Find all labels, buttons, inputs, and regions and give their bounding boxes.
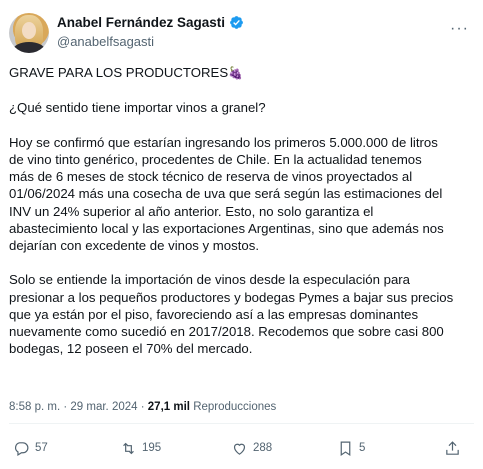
reply-icon bbox=[14, 441, 29, 456]
like-button[interactable]: 288 bbox=[231, 440, 272, 457]
repost-icon bbox=[123, 442, 134, 454]
tweet-meta: 8:58 p. m. · 29 mar. 2024 · 27,1 mil Rep… bbox=[9, 401, 276, 413]
text-line-headline: GRAVE PARA LOS PRODUCTORES🍇 bbox=[9, 65, 244, 80]
paragraph-line: que ya están por el piso, favoreciendo a… bbox=[9, 306, 419, 322]
action-bar: 57 195 288 5 bbox=[9, 437, 474, 459]
tweet-header: Anabel Fernández Sagasti @anabelfsagasti… bbox=[9, 8, 483, 53]
post-time[interactable]: 8:58 p. m. bbox=[9, 401, 60, 413]
bookmark-icon bbox=[340, 441, 351, 456]
text-line-question: ¿Qué sentido tiene importar vinos a gran… bbox=[9, 100, 266, 116]
like-count: 288 bbox=[253, 442, 273, 454]
repost-count: 195 bbox=[142, 442, 162, 454]
author-handle[interactable]: @anabelfsagasti bbox=[57, 34, 154, 49]
bookmark-count: 5 bbox=[359, 442, 366, 454]
grapes-emoji: 🍇 bbox=[228, 66, 244, 80]
tweet-card: Anabel Fernández Sagasti @anabelfsagasti… bbox=[0, 0, 483, 469]
share-button[interactable] bbox=[444, 440, 461, 457]
paragraph-line: abastecimiento local y las exportaciones… bbox=[9, 220, 444, 236]
paragraph-line: INV un 24% superior al año anterior. Est… bbox=[9, 203, 374, 219]
post-date[interactable]: 29 mar. 2024 bbox=[70, 401, 137, 413]
repost-button[interactable]: 195 bbox=[120, 440, 161, 457]
paragraph-line: Solo se entiende la importación de vinos… bbox=[9, 272, 411, 288]
author-name-row: Anabel Fernández Sagasti bbox=[57, 15, 244, 30]
paragraph-line: nuevamente como sucedió en 2017/2018. Re… bbox=[9, 324, 444, 339]
tweet-text: GRAVE PARA LOS PRODUCTORES🍇 ¿Qué sentido… bbox=[9, 64, 477, 357]
paragraph-line: dejarían con excedente de vinos y mostos… bbox=[9, 238, 259, 253]
paragraph-line: Hoy se confirmó que estarían ingresando … bbox=[9, 134, 438, 150]
like-icon bbox=[233, 443, 246, 455]
avatar[interactable] bbox=[9, 13, 49, 53]
reply-count: 57 bbox=[35, 442, 48, 454]
paragraph-line: más de 6 meses de stock técnico de reser… bbox=[9, 169, 413, 185]
views-count: 27,1 mil bbox=[147, 401, 190, 413]
reply-button[interactable]: 57 bbox=[13, 440, 48, 457]
paragraph-line: 01/06/2024 más una cosecha de uva que se… bbox=[9, 186, 443, 202]
paragraph-line: de vino tinto genérico, procedentes de C… bbox=[9, 151, 422, 167]
more-icon[interactable]: ··· bbox=[450, 20, 469, 38]
paragraph-line: bodegas, 12 poseen el 70% del mercado. bbox=[9, 341, 253, 357]
divider bbox=[9, 423, 474, 424]
verified-badge-icon bbox=[230, 16, 243, 29]
meta-separator: · bbox=[63, 401, 68, 413]
views-label: Reproducciones bbox=[193, 401, 277, 413]
author-name[interactable]: Anabel Fernández Sagasti bbox=[57, 15, 225, 30]
share-icon bbox=[446, 440, 459, 455]
bookmark-button[interactable]: 5 bbox=[337, 440, 365, 457]
meta-separator: · bbox=[140, 401, 145, 413]
paragraph-line: presionar a los pequeños productores y b… bbox=[9, 289, 454, 305]
